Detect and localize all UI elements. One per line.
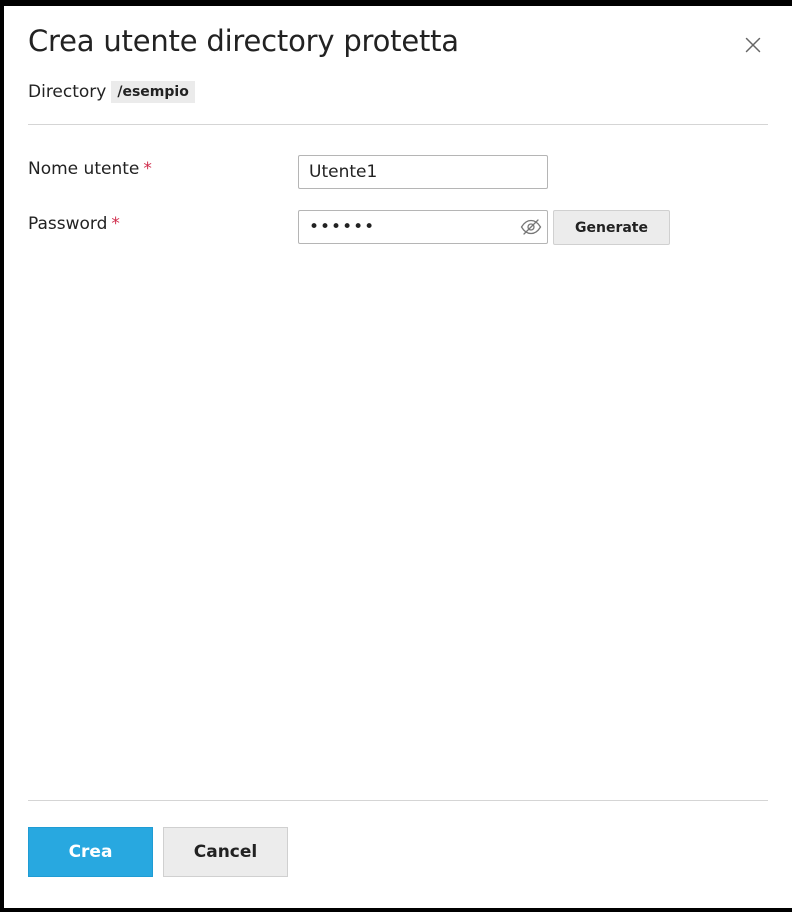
header-divider <box>28 124 768 125</box>
password-input[interactable] <box>299 211 511 243</box>
close-icon <box>745 37 761 53</box>
cancel-button[interactable]: Cancel <box>163 827 288 877</box>
footer-divider <box>28 800 768 801</box>
create-button[interactable]: Crea <box>28 827 153 877</box>
password-label: Password * <box>28 214 120 234</box>
required-marker: * <box>111 214 120 234</box>
password-label-text: Password <box>28 214 108 234</box>
close-button[interactable] <box>740 32 766 58</box>
dialog-title: Crea utente directory protetta <box>28 24 459 58</box>
username-label-text: Nome utente <box>28 159 140 179</box>
generate-password-button[interactable]: Generate <box>553 210 670 245</box>
directory-info: Directory /esempio <box>28 80 195 104</box>
username-input[interactable] <box>298 155 548 189</box>
create-protected-user-dialog: Crea utente directory protetta Directory… <box>4 6 792 908</box>
required-marker: * <box>143 159 152 179</box>
directory-label: Directory <box>28 82 107 102</box>
toggle-password-visibility[interactable] <box>519 217 543 237</box>
username-label: Nome utente * <box>28 159 152 179</box>
eye-slash-icon <box>520 219 542 235</box>
directory-path-chip: /esempio <box>111 81 195 103</box>
password-field <box>298 210 548 244</box>
